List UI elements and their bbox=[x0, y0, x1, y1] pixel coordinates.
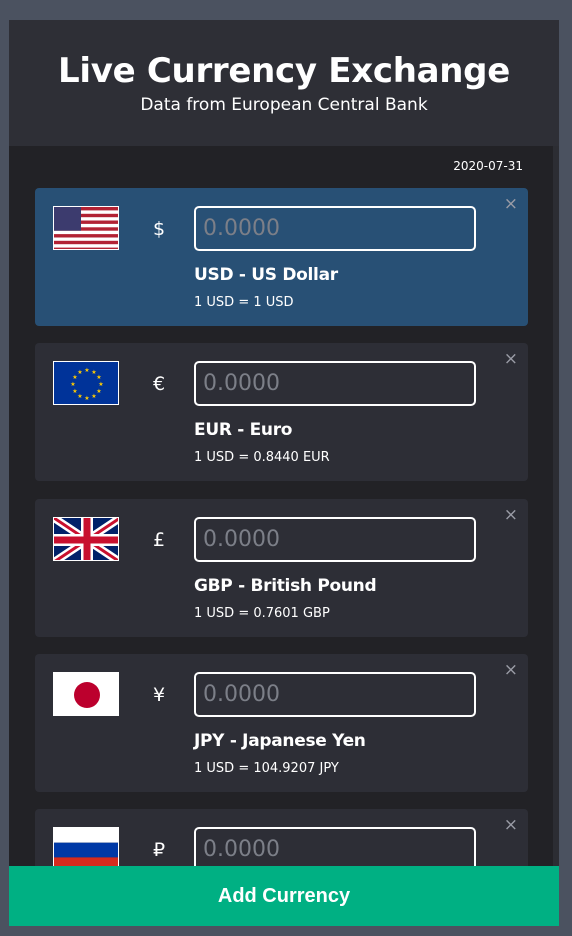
page-title: Live Currency Exchange bbox=[58, 51, 510, 91]
exchange-rate: 1 USD = 0.7601 GBP bbox=[194, 606, 330, 621]
remove-currency-button[interactable]: × bbox=[504, 815, 518, 835]
exchange-rate: 1 USD = 104.9207 JPY bbox=[194, 761, 339, 776]
svg-text:★: ★ bbox=[72, 388, 77, 395]
amount-input-rub[interactable] bbox=[194, 827, 476, 866]
rates-date: 2020-07-31 bbox=[453, 159, 523, 173]
currency-symbol: ₽ bbox=[152, 839, 166, 861]
amount-input-jpy[interactable] bbox=[194, 672, 476, 717]
jp-flag-icon bbox=[53, 672, 119, 716]
eu-flag-icon: ★ ★ ★ ★ ★ ★ ★ ★ ★ ★ ★ ★ bbox=[53, 361, 119, 405]
svg-text:★: ★ bbox=[70, 381, 75, 388]
currency-card-rub: ₽ × bbox=[35, 809, 528, 866]
currency-list[interactable]: $ × USD - US Dollar 1 USD = 1 USD ★ ★ ★ … bbox=[35, 188, 528, 866]
exchange-rate: 1 USD = 1 USD bbox=[194, 295, 294, 310]
remove-currency-button[interactable]: × bbox=[504, 194, 518, 214]
currency-app: Live Currency Exchange Data from Europea… bbox=[9, 20, 559, 926]
svg-text:★: ★ bbox=[96, 374, 101, 381]
remove-currency-button[interactable]: × bbox=[504, 660, 518, 680]
svg-text:★: ★ bbox=[84, 395, 89, 402]
amount-input-gbp[interactable] bbox=[194, 517, 476, 562]
currency-symbol: $ bbox=[152, 218, 166, 240]
currency-name: EUR - Euro bbox=[194, 420, 293, 440]
add-currency-button[interactable]: Add Currency bbox=[9, 866, 559, 926]
svg-text:★: ★ bbox=[77, 393, 82, 400]
us-flag-icon bbox=[53, 206, 119, 250]
currency-name: GBP - British Pound bbox=[194, 576, 377, 596]
gb-flag-icon bbox=[53, 517, 119, 561]
currency-symbol: £ bbox=[152, 529, 166, 551]
currency-name: JPY - Japanese Yen bbox=[194, 731, 366, 751]
remove-currency-button[interactable]: × bbox=[504, 349, 518, 369]
page-subtitle: Data from European Central Bank bbox=[140, 95, 428, 115]
ru-flag-icon bbox=[53, 827, 119, 866]
svg-text:★: ★ bbox=[98, 381, 103, 388]
remove-currency-button[interactable]: × bbox=[504, 505, 518, 525]
currency-card-usd: $ × USD - US Dollar 1 USD = 1 USD bbox=[35, 188, 528, 326]
currency-card-eur: ★ ★ ★ ★ ★ ★ ★ ★ ★ ★ ★ ★ € 0.0000 × EUR -… bbox=[35, 343, 528, 481]
currency-symbol: ¥ bbox=[152, 684, 166, 706]
amount-input-eur[interactable] bbox=[194, 361, 476, 406]
currency-card-jpy: ¥ × JPY - Japanese Yen 1 USD = 104.9207 … bbox=[35, 654, 528, 792]
svg-text:★: ★ bbox=[77, 369, 82, 376]
svg-text:★: ★ bbox=[96, 388, 101, 395]
scrollbar[interactable] bbox=[553, 146, 559, 886]
currency-name: USD - US Dollar bbox=[194, 265, 338, 285]
currency-symbol: € bbox=[152, 373, 166, 395]
svg-text:★: ★ bbox=[91, 393, 96, 400]
currency-card-gbp: £ × GBP - British Pound 1 USD = 0.7601 G… bbox=[35, 499, 528, 637]
exchange-rate: 1 USD = 0.8440 EUR bbox=[194, 450, 330, 465]
svg-text:★: ★ bbox=[84, 367, 89, 374]
amount-input-usd[interactable] bbox=[194, 206, 476, 251]
header: Live Currency Exchange Data from Europea… bbox=[9, 20, 559, 146]
